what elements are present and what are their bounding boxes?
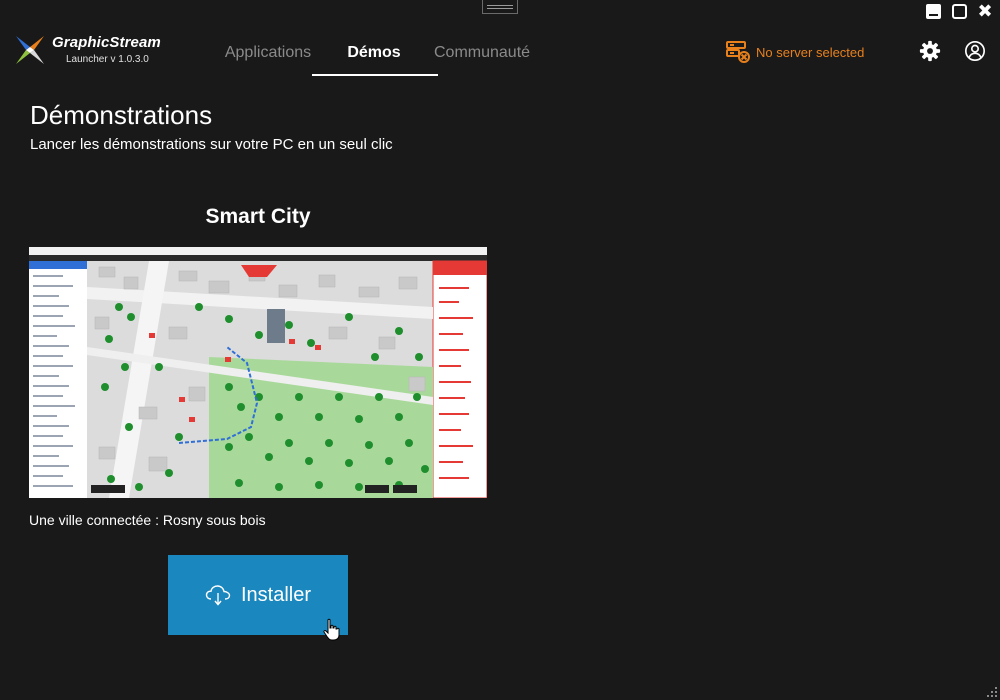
hand-cursor-icon xyxy=(323,618,340,641)
demo-card: Smart City Une ville connectée: Rosny s… xyxy=(29,205,487,528)
minimize-icon[interactable] xyxy=(924,2,942,20)
user-icon xyxy=(965,41,985,61)
app-name: GraphicStream xyxy=(52,34,161,51)
server-status-label: No server selected xyxy=(756,44,865,60)
tab-communaute[interactable]: Communauté xyxy=(428,36,532,74)
resize-grip-icon[interactable] xyxy=(986,686,998,698)
account-button[interactable] xyxy=(963,39,987,63)
tab-applications[interactable]: Applications xyxy=(216,36,320,74)
close-icon[interactable]: ✖ xyxy=(976,2,994,20)
window-controls: ✖ xyxy=(924,2,994,20)
maximize-icon[interactable] xyxy=(950,2,968,20)
app-version: Launcher v 1.0.3.0 xyxy=(66,54,149,65)
server-error-icon xyxy=(726,41,750,63)
cloud-download-icon xyxy=(205,585,231,606)
settings-button[interactable] xyxy=(918,39,942,63)
page-subtitle: Lancer les démonstrations sur votre PC e… xyxy=(30,136,393,153)
server-selector[interactable]: No server selected xyxy=(726,40,864,64)
page-title: Démonstrations xyxy=(30,100,213,130)
main-nav: Applications Démos Communauté xyxy=(216,36,540,76)
demo-description: Une ville connectée : Rosny sous bois xyxy=(29,512,266,528)
demo-title: Smart City xyxy=(205,205,311,228)
app-logo: GraphicStream Launcher v 1.0.3.0 xyxy=(14,34,161,66)
gear-icon xyxy=(919,40,941,62)
demo-thumbnail-image[interactable] xyxy=(29,247,487,498)
install-button[interactable]: Installer xyxy=(168,555,348,635)
window-drag-handle[interactable] xyxy=(482,0,518,14)
tab-demos[interactable]: Démos xyxy=(312,36,438,76)
graphicstream-logo-icon xyxy=(16,36,44,64)
install-button-label: Installer xyxy=(240,583,312,606)
